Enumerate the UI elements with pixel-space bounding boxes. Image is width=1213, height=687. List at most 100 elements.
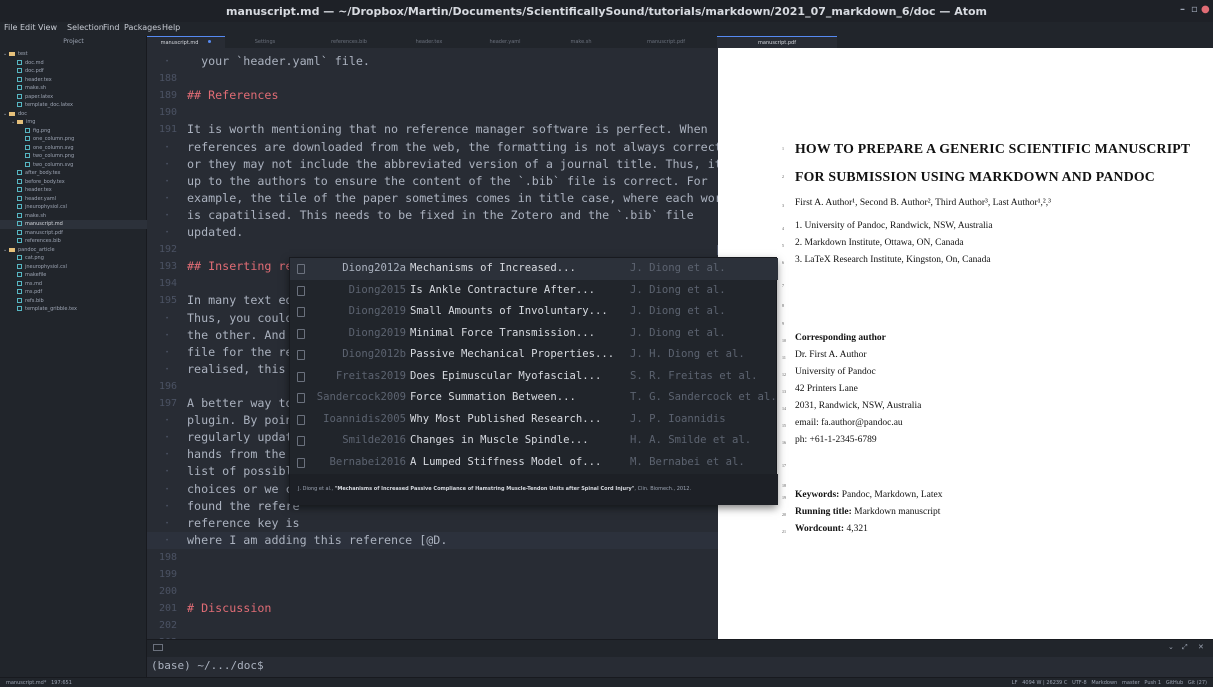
pdf-line-number: 11: [782, 355, 786, 360]
line-number: •: [165, 314, 169, 322]
editor-line[interactable]: • updated.: [147, 224, 718, 241]
menu-selection[interactable]: Selection: [67, 23, 104, 32]
autocomplete-item[interactable]: Freitas2019 Does Epimuscular Myofascial..…: [290, 366, 778, 388]
line-number: •: [165, 434, 169, 442]
tab-label: header.tex: [415, 39, 443, 45]
autocomplete-item[interactable]: Diong2015 Is Ankle Contracture After... J.…: [290, 280, 778, 302]
citation-key: Diong2012b: [342, 348, 406, 360]
tab-header-yaml[interactable]: header.yaml: [465, 36, 545, 48]
line-number: •: [165, 502, 169, 510]
tab-manuscript-md[interactable]: manuscript.md: [147, 36, 225, 48]
pdf-corresponding: ph: +61-1-2345-6789: [795, 435, 877, 445]
pdf-line-number: 8: [782, 303, 784, 308]
file-icon: [25, 127, 30, 133]
tab-manuscript-pdf[interactable]: manuscript.pdf: [717, 36, 837, 48]
editor-line[interactable]: 200: [147, 583, 718, 600]
tree-item-label: makefile: [25, 272, 47, 278]
file-icon: [17, 238, 22, 243]
editor-line[interactable]: 190: [147, 104, 718, 121]
file-icon: [17, 289, 22, 294]
autocomplete-item[interactable]: Diong2012b Passive Mechanical Properties.…: [290, 344, 778, 366]
code-text: In many text ed: [187, 293, 293, 308]
menu-bar: File Edit View Selection Find Packages Help: [0, 22, 1213, 36]
file-icon: [25, 144, 30, 150]
editor-line[interactable]: • references are downloaded from the web,…: [147, 139, 718, 156]
tree-item-label: pandoc_article: [18, 246, 55, 253]
autocomplete-item[interactable]: Smilde2016 Changes in Muscle Spindle... H.…: [290, 430, 778, 452]
corresponding-text: ph: +61-1-2345-6789: [795, 435, 877, 445]
tree-file[interactable]: template_gribble.tex: [0, 305, 147, 314]
terminal-icon[interactable]: [153, 644, 163, 651]
menu-view[interactable]: View: [38, 23, 57, 32]
menu-help[interactable]: Help: [162, 23, 180, 32]
editor-line[interactable]: 201 # Discussion: [147, 600, 718, 617]
editor-line[interactable]: 192: [147, 241, 718, 258]
tab-manuscript-pdf[interactable]: manuscript.pdf: [617, 36, 715, 48]
code-text: list of possible: [187, 464, 300, 479]
editor-line[interactable]: 188: [147, 70, 718, 87]
close-icon[interactable]: ●: [1201, 4, 1210, 15]
reference-title: Passive Mechanical Properties...: [410, 348, 615, 360]
code-text: is capatilised. This needs to be fixed i…: [187, 207, 694, 222]
window-title: manuscript.md — ~/Dropbox/Martin/Documen…: [225, 5, 987, 18]
status-right[interactable]: LF 4094 W | 26239 C UTF-8 Markdown maste…: [1012, 678, 1207, 687]
file-icon: [25, 153, 30, 158]
affiliation-text: 3. LaTeX Research Institute, Kingston, O…: [795, 255, 991, 265]
pdf-wordcount: Wordcount: 4,321: [795, 524, 868, 534]
tree-item-label: doc.pdf: [25, 68, 44, 74]
editor-line[interactable]: 199: [147, 566, 718, 583]
terminal[interactable]: (base) ~/.../doc$: [147, 657, 1213, 677]
editor-line[interactable]: • example, the tile of the paper sometime…: [147, 190, 718, 207]
close-panel-icon[interactable]: ✕: [1198, 643, 1204, 651]
menu-edit[interactable]: Edit: [20, 23, 36, 32]
wordcount-text: 4,321: [846, 524, 868, 534]
editor-line[interactable]: 191 It is worth mentioning that no refere…: [147, 121, 718, 138]
editor-line[interactable]: • your `header.yaml` file.: [147, 53, 718, 70]
tree-item-label: cat.png: [25, 255, 44, 261]
file-icon: [25, 136, 30, 141]
pdf-line-number: 7: [782, 283, 784, 288]
file-icon: [17, 255, 22, 260]
pdf-line-number: 9: [782, 321, 784, 326]
status-left[interactable]: manuscript.md* 197:651: [6, 678, 72, 687]
editor-line[interactable]: • or they may not include the abbreviated…: [147, 156, 718, 173]
maximize-panel-icon[interactable]: ⤢: [1182, 643, 1188, 652]
autocomplete-item[interactable]: Diong2019 Minimal Force Transmission... J.…: [290, 323, 778, 345]
pdf-corresponding: 2031, Randwick, NSW, Australia: [795, 401, 921, 411]
maximize-icon[interactable]: ▫: [1191, 4, 1198, 15]
tab-references-bib[interactable]: references.bib: [305, 36, 393, 48]
file-icon: [17, 68, 22, 73]
tree-view-header: Project: [63, 38, 84, 45]
autocomplete-item[interactable]: Sandercock2009 Force Summation Between...…: [290, 387, 778, 409]
tab-make-sh[interactable]: make.sh: [547, 36, 615, 48]
editor-line[interactable]: 189 ## References: [147, 87, 718, 104]
tree-item-label: template_gribble.tex: [25, 306, 77, 312]
editor-line[interactable]: • is capatilised. This needs to be fixed …: [147, 207, 718, 224]
keywords-text: Pandoc, Markdown, Latex: [841, 490, 943, 500]
tree-item-label: img: [26, 119, 36, 125]
autocomplete-item[interactable]: Bernabei2016 A Lumped Stiffness Model of.…: [290, 452, 778, 474]
minimize-icon[interactable]: –: [1180, 4, 1185, 15]
menu-find[interactable]: Find: [103, 23, 119, 32]
editor-line[interactable]: 198: [147, 549, 718, 566]
editor-line[interactable]: • up to the authors to ensure the content…: [147, 173, 718, 190]
tab-label: make.sh: [570, 39, 592, 45]
pdf-line-number: 17: [782, 463, 786, 468]
file-icon: [17, 195, 22, 201]
autocomplete-item[interactable]: Diong2019 Small Amounts of Involuntary...…: [290, 301, 778, 323]
tab-settings[interactable]: Settings: [227, 36, 303, 48]
citation-key: Freitas2019: [335, 369, 406, 382]
editor-line[interactable]: 202: [147, 617, 718, 634]
autocomplete-item[interactable]: Diong2012a Mechanisms of Increased... J. D…: [290, 258, 778, 280]
menu-packages[interactable]: Packages: [124, 23, 161, 32]
chevron-down-icon[interactable]: ⌄: [1168, 643, 1174, 651]
menu-file[interactable]: File: [4, 23, 17, 32]
editor-line[interactable]: • where I am adding this reference [@D.: [147, 531, 718, 549]
editor-line[interactable]: • reference key is: [147, 515, 718, 532]
autocomplete-popup[interactable]: Diong2012a Mechanisms of Increased... J. D…: [289, 257, 778, 505]
autocomplete-item[interactable]: Ioannidis2005 Why Most Published Research…: [290, 409, 778, 431]
tab-header-tex[interactable]: header.tex: [395, 36, 463, 48]
pdf-preview[interactable]: 1 HOW TO PREPARE A GENERIC SCIENTIFIC MAN…: [718, 48, 1213, 639]
pdf-affiliation: 1. University of Pandoc, Randwick, NSW, …: [795, 221, 993, 231]
line-number: •: [165, 519, 169, 527]
